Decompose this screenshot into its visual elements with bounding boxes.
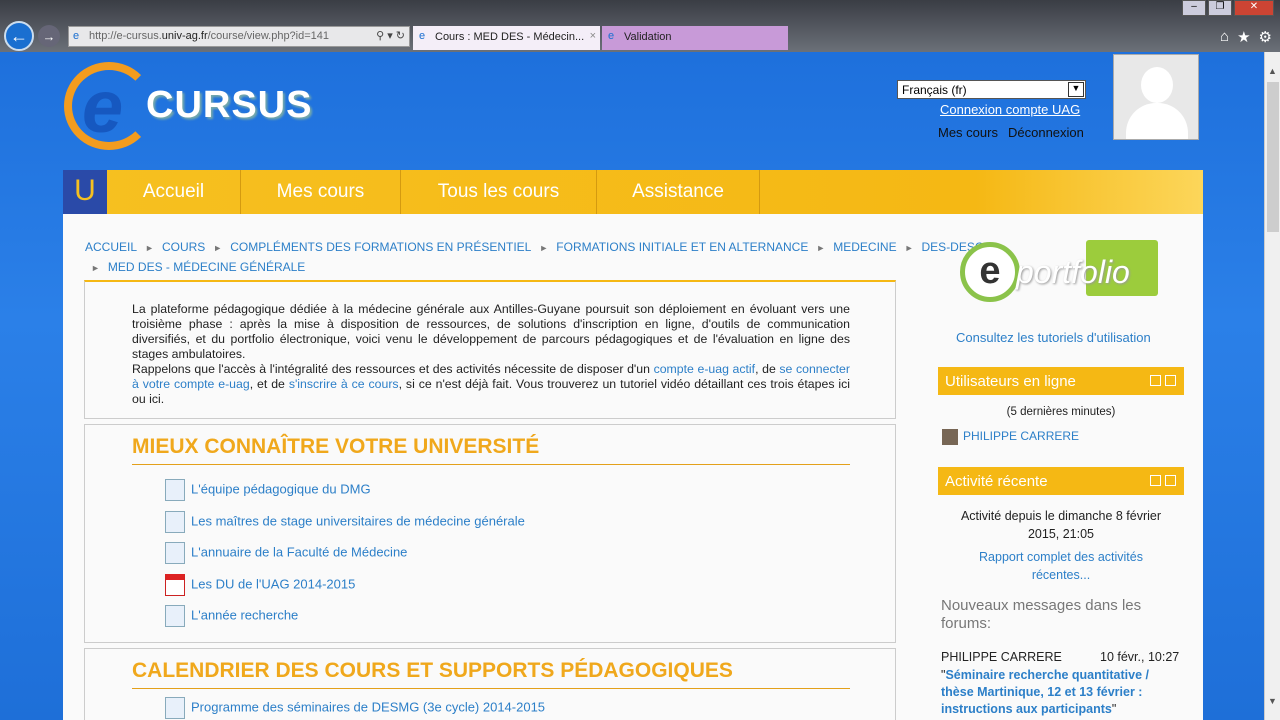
close-window-button[interactable]: ✕ bbox=[1234, 0, 1274, 16]
close-tab-icon[interactable]: × bbox=[590, 30, 596, 42]
enrol-link[interactable]: s'inscrire à ce cours bbox=[289, 377, 399, 391]
forward-button[interactable]: → bbox=[38, 25, 60, 47]
resource-link[interactable]: Les DU de l'UAG 2014-2015 bbox=[165, 574, 355, 596]
breadcrumb: ACCUEIL ► COURS ► COMPLÉMENTS DES FORMATIONS… bbox=[85, 240, 984, 274]
collapse-icon[interactable] bbox=[1150, 375, 1161, 386]
recent-activity-header: Activité récente bbox=[938, 467, 1184, 495]
forum-post-link[interactable]: Séminaire recherche quantitative / thèse… bbox=[941, 668, 1149, 716]
url-path: /course/view.php?id=141 bbox=[207, 30, 330, 42]
restore-button[interactable]: ❐ bbox=[1208, 0, 1232, 16]
favorites-icon[interactable]: ★ bbox=[1237, 28, 1250, 46]
page: e CURSUS Français (fr) ▼ Connexion compte … bbox=[0, 52, 1264, 720]
breadcrumb-item[interactable]: ACCUEIL bbox=[85, 240, 137, 254]
eportfolio-logo[interactable]: e portfolio bbox=[958, 236, 1158, 311]
toolbar-icons: ⌂ ★ ⚙ bbox=[1220, 28, 1272, 46]
resource-link[interactable]: L'annuaire de la Faculté de Médecine bbox=[165, 542, 407, 564]
section-title: MIEUX CONNAÎTRE VOTRE UNIVERSITÉ bbox=[132, 435, 850, 465]
my-courses-link[interactable]: Mes cours bbox=[938, 125, 998, 140]
dock-icon[interactable] bbox=[1165, 475, 1176, 486]
page-icon bbox=[165, 605, 185, 627]
resource-link[interactable]: Programme des séminaires de DESMG (3e cy… bbox=[165, 697, 545, 719]
chevron-down-icon: ▼ bbox=[1068, 82, 1084, 97]
resource-link[interactable]: L'équipe pédagogique du DMG bbox=[165, 479, 371, 501]
post-author: PHILIPPE CARRERE bbox=[941, 650, 1062, 664]
url-prefix: http://e-cursus. bbox=[89, 30, 162, 42]
user-avatar-icon bbox=[942, 429, 958, 445]
page-icon bbox=[165, 697, 185, 719]
address-bar[interactable]: e http://e-cursus.univ-ag.fr/course/view.… bbox=[68, 26, 410, 47]
gear-icon[interactable]: ⚙ bbox=[1259, 28, 1272, 46]
intro-section: La plateforme pédagogique dédiée à la mé… bbox=[84, 280, 896, 419]
browser-chrome: ← → e http://e-cursus.univ-ag.fr/course/v… bbox=[0, 0, 1280, 52]
breadcrumb-item[interactable]: COMPLÉMENTS DES FORMATIONS EN PRÉSENTIEL bbox=[230, 240, 531, 254]
resource-link[interactable]: Les maîtres de stage universitaires de m… bbox=[165, 511, 525, 533]
breadcrumb-item[interactable]: MEDECINE bbox=[833, 240, 896, 254]
section-calendar: CALENDRIER DES COURS ET SUPPORTS PÉDAGOG… bbox=[84, 648, 896, 720]
pdf-icon bbox=[165, 574, 185, 596]
ie-icon: e bbox=[419, 30, 426, 42]
menu-home[interactable]: Accueil bbox=[107, 170, 241, 214]
logout-link[interactable]: Déconnexion bbox=[1008, 125, 1084, 140]
page-icon bbox=[165, 542, 185, 564]
account-link[interactable]: compte e-uag actif bbox=[654, 362, 756, 376]
minimize-button[interactable]: – bbox=[1182, 0, 1206, 16]
user-avatar[interactable] bbox=[1113, 54, 1199, 140]
section-university: MIEUX CONNAÎTRE VOTRE UNIVERSITÉ L'équip… bbox=[84, 424, 896, 643]
breadcrumb-item[interactable]: MED DES - MÉDECINE GÉNÉRALE bbox=[108, 260, 305, 274]
back-button[interactable]: ← bbox=[4, 21, 34, 51]
dock-icon[interactable] bbox=[1165, 375, 1176, 386]
window-controls: – ❐ ✕ bbox=[1182, 0, 1274, 16]
url-domain: univ-ag.fr bbox=[161, 30, 208, 42]
activity-since: Activité depuis le dimanche 8 février 20… bbox=[960, 509, 1162, 541]
resource-link[interactable]: L'année recherche bbox=[165, 605, 298, 627]
content: ACCUEIL ► COURS ► COMPLÉMENTS DES FORMATIONS… bbox=[63, 214, 1203, 720]
page-icon bbox=[165, 511, 185, 533]
page-icon bbox=[165, 479, 185, 501]
online-period: (5 dernières minutes) bbox=[1006, 406, 1116, 418]
language-select[interactable]: Français (fr) ▼ bbox=[897, 80, 1086, 99]
tab-label: Validation bbox=[624, 31, 672, 43]
ecursus-logo[interactable]: e CURSUS bbox=[60, 54, 320, 154]
menu-my-courses[interactable]: Mes cours bbox=[241, 170, 401, 214]
collapse-icon[interactable] bbox=[1150, 475, 1161, 486]
tutorials-link[interactable]: Consultez les tutoriels d'utilisation bbox=[956, 330, 1151, 345]
tab-course[interactable]: e Cours : MED DES - Médecin... × bbox=[413, 26, 600, 50]
online-users-header: Utilisateurs en ligne bbox=[938, 367, 1184, 395]
online-user[interactable]: PHILIPPE CARRERE bbox=[942, 429, 1079, 445]
post-date: 10 févr., 10:27 bbox=[1100, 650, 1180, 664]
tab-validation[interactable]: e Validation bbox=[602, 26, 788, 50]
main-menu: U Accueil Mes cours Tous les cours Assis… bbox=[63, 170, 1203, 214]
vertical-scrollbar[interactable]: ▲ ▼ bbox=[1264, 52, 1280, 720]
section-title: CALENDRIER DES COURS ET SUPPORTS PÉDAGOG… bbox=[132, 659, 850, 689]
ie-icon: e bbox=[608, 30, 615, 42]
menu-assistance[interactable]: Assistance bbox=[597, 170, 760, 214]
intro-text: La plateforme pédagogique dédiée à la mé… bbox=[132, 302, 850, 406]
forum-heading: Nouveaux messages dans les forums: bbox=[941, 597, 1142, 632]
breadcrumb-item[interactable]: FORMATIONS INITIALE ET EN ALTERNANCE bbox=[556, 240, 808, 254]
login-uag-link[interactable]: Connexion compte UAG bbox=[940, 102, 1080, 117]
search-refresh-icons[interactable]: ⚲ ▾ ↻ bbox=[376, 29, 405, 42]
uag-logo-icon: U bbox=[63, 170, 107, 214]
tab-label: Cours : MED DES - Médecin... bbox=[435, 31, 585, 43]
site-icon: e bbox=[73, 30, 80, 42]
full-report-link[interactable]: Rapport complet des activités récentes..… bbox=[938, 548, 1184, 584]
home-icon[interactable]: ⌂ bbox=[1220, 28, 1229, 46]
language-value: Français (fr) bbox=[902, 83, 967, 97]
breadcrumb-item[interactable]: COURS bbox=[162, 240, 205, 254]
menu-all-courses[interactable]: Tous les cours bbox=[401, 170, 597, 214]
